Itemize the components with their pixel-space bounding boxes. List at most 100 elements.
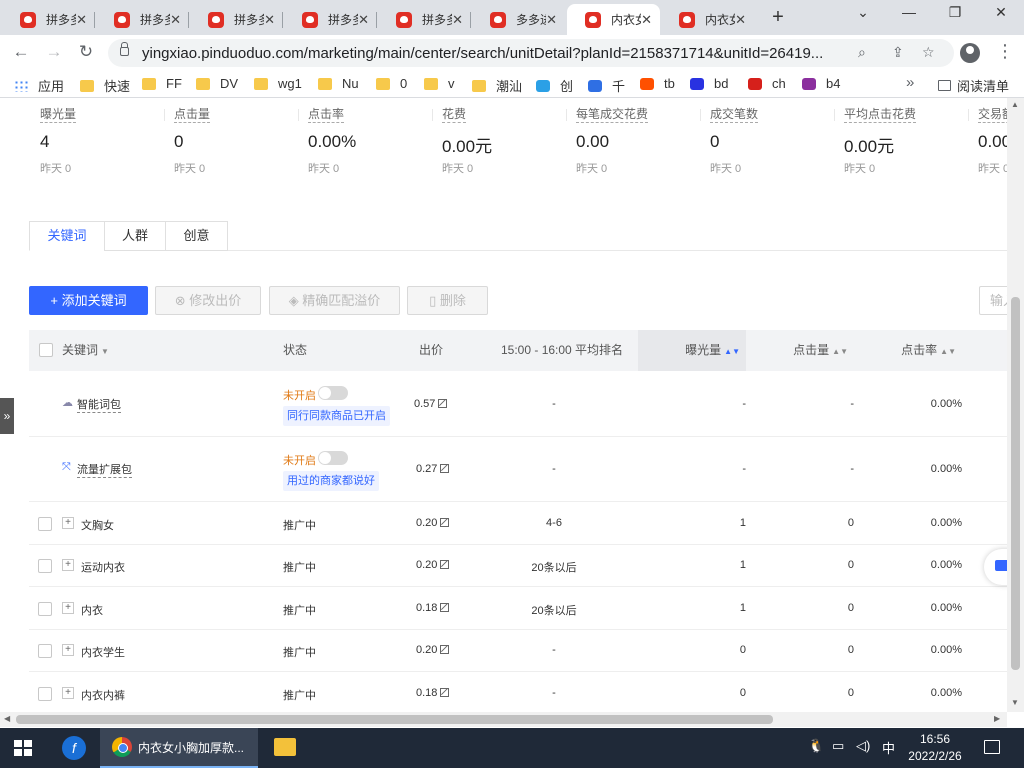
expand-row-icon[interactable]: +	[62, 602, 74, 614]
edit-icon[interactable]	[440, 560, 450, 569]
keyword-cell[interactable]: 智能词包	[77, 396, 121, 413]
taskbar-chrome-window[interactable]: 内衣女小胸加厚款...	[100, 728, 258, 768]
filter-icon[interactable]: ▼	[101, 347, 109, 356]
browser-tab[interactable]: 拼多多 ✕	[378, 4, 471, 35]
bookmark-apps[interactable]: 应用	[14, 76, 64, 95]
bookmark-item[interactable]: tb	[640, 76, 675, 91]
close-tab-icon[interactable]: ✕	[735, 12, 746, 28]
bookmark-item[interactable]: 潮汕	[472, 76, 522, 95]
browser-tab[interactable]: 多多进宝✕	[472, 4, 565, 35]
horizontal-scroll-thumb[interactable]	[16, 715, 773, 724]
edit-bid-button[interactable]: ⊗ 修改出价	[155, 286, 261, 315]
bid-cell[interactable]: 0.57	[414, 398, 448, 410]
tab-creative[interactable]: 创意	[165, 221, 228, 251]
address-bar[interactable]: yingxiao.pinduoduo.com/marketing/main/ce…	[108, 39, 954, 67]
bid-cell[interactable]: 0.18	[416, 602, 450, 614]
flash-icon[interactable]: f	[62, 736, 86, 760]
sort-icon[interactable]: ▲▼	[940, 347, 956, 356]
bid-cell[interactable]: 0.18	[416, 687, 450, 699]
column-header-ctr[interactable]: 点击率 ▲▼	[854, 330, 962, 371]
bookmark-item[interactable]: FF	[142, 76, 182, 91]
row-checkbox[interactable]	[38, 517, 52, 531]
browser-tab[interactable]: 拼多多 ✕	[284, 4, 377, 35]
bookmark-item[interactable]: 0	[376, 76, 407, 91]
browser-tab[interactable]: 拼多多 ✕	[96, 4, 189, 35]
bid-cell[interactable]: 0.20	[416, 644, 450, 656]
forward-arrow-icon[interactable]: →	[43, 41, 65, 63]
browser-tab[interactable]: 拼多多 ✕	[2, 4, 95, 35]
column-header-impressions[interactable]: 曝光量 ▲▼	[638, 330, 746, 371]
row-checkbox[interactable]	[38, 644, 52, 658]
close-tab-icon[interactable]: ✕	[452, 12, 463, 28]
bid-cell[interactable]: 0.27	[416, 463, 450, 475]
bookmark-item[interactable]: bd	[690, 76, 728, 91]
close-tab-icon[interactable]: ✕	[546, 12, 557, 28]
edit-icon[interactable]	[440, 688, 450, 697]
system-clock[interactable]: 16:56 2022/2/26	[900, 731, 970, 765]
notification-icon[interactable]	[984, 740, 1000, 754]
bid-cell[interactable]: 0.20	[416, 559, 450, 571]
close-tab-icon[interactable]: ✕	[76, 12, 87, 28]
reading-list[interactable]: 阅读清单	[938, 76, 1009, 95]
keyword-cell[interactable]: 流量扩展包	[77, 461, 132, 478]
row-checkbox[interactable]	[38, 602, 52, 616]
vertical-scrollbar[interactable]: ▲ ▼	[1007, 98, 1024, 712]
close-tab-icon[interactable]: ✕	[170, 12, 181, 28]
zoom-icon[interactable]: ⌕	[858, 44, 866, 61]
column-header-keyword[interactable]: 关键词 ▼	[62, 330, 109, 371]
scroll-right-icon[interactable]: ▶	[994, 714, 1000, 723]
browser-menu-icon[interactable]: ⋮	[996, 41, 1014, 62]
delete-button[interactable]: ▯ 删除	[407, 286, 488, 315]
search-input[interactable]: 输入	[979, 286, 1007, 315]
qq-penguin-icon[interactable]: 🐧	[808, 738, 824, 754]
more-bookmarks-icon[interactable]: »	[906, 74, 914, 91]
close-tab-icon[interactable]: ✕	[358, 12, 369, 28]
ime-indicator[interactable]: 中	[882, 738, 895, 757]
bookmark-item[interactable]: ch	[748, 76, 786, 91]
close-window-icon[interactable]: ✕	[986, 4, 1016, 21]
edit-icon[interactable]	[438, 399, 448, 408]
edit-icon[interactable]	[440, 518, 450, 527]
minimize-icon[interactable]: —	[894, 4, 924, 20]
enable-toggle[interactable]	[318, 451, 348, 465]
select-all-checkbox[interactable]	[39, 343, 53, 357]
file-explorer-icon[interactable]	[274, 738, 296, 756]
expand-sidebar-icon[interactable]: »	[0, 398, 14, 434]
sort-icon[interactable]: ▲▼	[832, 347, 848, 356]
bookmark-item[interactable]: v	[424, 76, 455, 91]
bookmark-item[interactable]: 创	[536, 76, 573, 95]
bookmark-item[interactable]: wg1	[254, 76, 302, 91]
edit-icon[interactable]	[440, 464, 450, 473]
bookmark-item[interactable]: 千	[588, 76, 625, 95]
bookmark-item[interactable]: DV	[196, 76, 238, 91]
row-checkbox[interactable]	[38, 559, 52, 573]
expand-row-icon[interactable]: +	[62, 687, 74, 699]
bookmark-item[interactable]: Nu	[318, 76, 359, 91]
bookmark-star-icon[interactable]: ☆	[922, 44, 935, 61]
profile-avatar-icon[interactable]	[960, 43, 980, 63]
bid-cell[interactable]: 0.20	[416, 517, 450, 529]
expand-row-icon[interactable]: +	[62, 644, 74, 656]
network-icon[interactable]: ▭	[832, 738, 844, 754]
scroll-left-icon[interactable]: ◀	[4, 714, 10, 723]
scroll-down-icon[interactable]: ▼	[1011, 698, 1019, 707]
row-checkbox[interactable]	[38, 687, 52, 701]
edit-icon[interactable]	[440, 645, 450, 654]
share-icon[interactable]: ⇪	[892, 44, 904, 61]
edit-icon[interactable]	[440, 603, 450, 612]
windows-start-icon[interactable]	[14, 740, 32, 756]
restore-icon[interactable]: ❐	[940, 4, 970, 21]
tab-search-icon[interactable]: ⌄	[848, 4, 878, 21]
expand-row-icon[interactable]: +	[62, 559, 74, 571]
url-text[interactable]: yingxiao.pinduoduo.com/marketing/main/ce…	[142, 45, 854, 62]
exact-match-premium-button[interactable]: ◈ 精确匹配溢价	[269, 286, 400, 315]
browser-tab-active[interactable]: 内衣女 ✕	[567, 4, 660, 35]
tab-audience[interactable]: 人群	[104, 221, 166, 251]
add-keyword-button[interactable]: + 添加关键词	[29, 286, 148, 315]
back-arrow-icon[interactable]: ←	[10, 41, 32, 63]
enable-toggle[interactable]	[318, 386, 348, 400]
browser-tab[interactable]: 拼多多 ✕	[190, 4, 283, 35]
bookmark-item[interactable]: 快速	[80, 76, 130, 95]
volume-icon[interactable]: ◁)	[856, 738, 870, 754]
new-tab-icon[interactable]: +	[766, 6, 790, 29]
